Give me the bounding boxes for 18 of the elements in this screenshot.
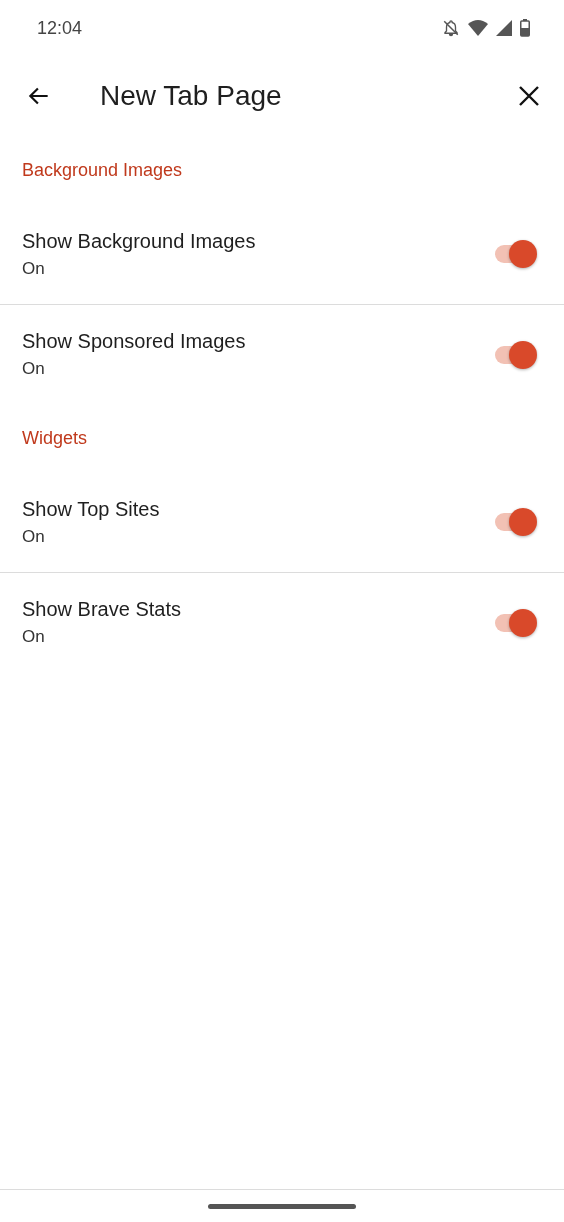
setting-title: Show Brave Stats (22, 598, 182, 621)
signal-icon (496, 20, 512, 36)
setting-title: Show Sponsored Images (22, 330, 247, 353)
close-icon (517, 84, 541, 108)
setting-title: Show Background Images (22, 229, 257, 253)
status-time: 12:04 (37, 17, 83, 39)
battery-icon (520, 19, 530, 37)
section-header: Background Images (22, 159, 183, 181)
section-header: Widgets (22, 427, 88, 449)
setting-summary: On (22, 359, 46, 379)
setting-summary: On (22, 627, 46, 647)
setting-summary: On (22, 258, 46, 279)
bell-off-icon (442, 19, 460, 37)
page-title: New Tab Page (100, 80, 283, 112)
setting-summary: On (22, 526, 46, 547)
wifi-icon (468, 20, 488, 36)
home-handle[interactable] (208, 1203, 356, 1209)
setting-title: Show Top Sites (22, 497, 161, 521)
